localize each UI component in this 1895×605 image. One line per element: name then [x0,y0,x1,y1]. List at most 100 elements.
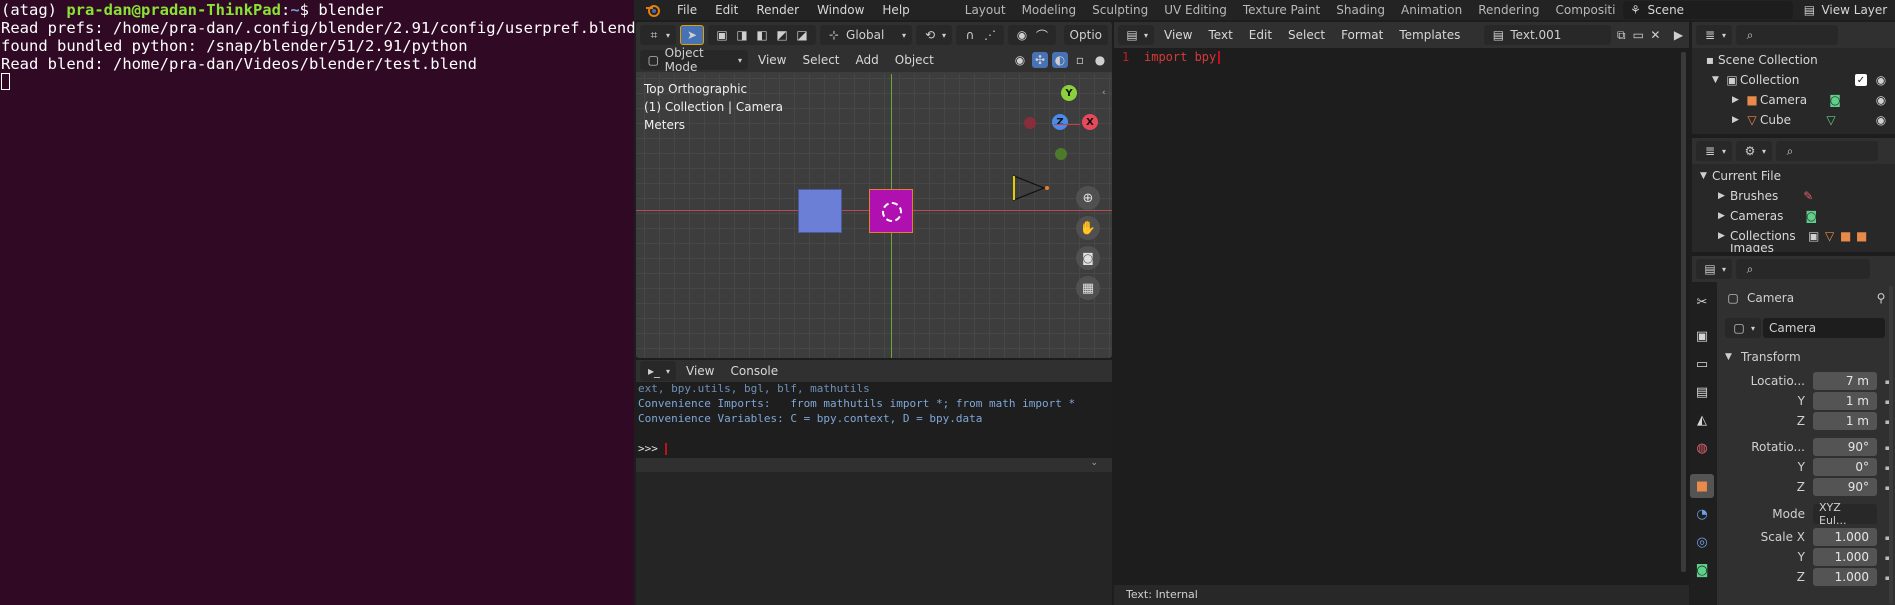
images-row[interactable]: Images [1692,244,1895,252]
camera-view-icon[interactable]: ◙ [1076,246,1100,270]
editor-type-button[interactable]: ⌗ ▾ [640,25,677,45]
blender-file-outliner[interactable]: ≣ ▾ ⚙ ▾ ⌕ ▼ Current File ▶ Brushes ✎ ▶ Cameras… [1692,138,1895,252]
console-menu-view[interactable]: View [680,364,720,378]
eye-icon[interactable]: ◉ [1873,112,1889,128]
zoom-icon[interactable]: ⊕ [1076,186,1100,210]
close-icon[interactable]: ✕ [1649,27,1662,43]
overlay-toggle-icon[interactable]: ◐ [1052,52,1068,68]
expand-right-icon[interactable]: ▶ [1732,95,1744,105]
sidebar-toggle-icon[interactable]: ‹ [1102,88,1112,98]
scale-x-field[interactable]: 1.000 [1813,528,1877,546]
view-layer-tab-icon[interactable]: ▤ [1690,380,1714,404]
workspace-tab-compositing[interactable]: Compositi [1547,0,1623,20]
outliner-search[interactable]: ⌕ [1736,25,1839,45]
viewport-menu-add[interactable]: Add [850,53,885,67]
scale-y-field[interactable]: 1.000 [1813,548,1877,566]
blender-logo-icon[interactable] [642,2,664,18]
object-tab-icon[interactable]: ■ [1690,474,1714,498]
cube-object[interactable] [798,189,842,233]
output-tab-icon[interactable]: ▭ [1690,352,1714,376]
text-menu-format[interactable]: Format [1335,28,1389,42]
collections-row[interactable]: ▶ Collections ▣ ▽ ■ ■ [1692,226,1895,246]
proportional-edit-button[interactable]: ◉ ⌒ [1008,25,1057,45]
open-folder-icon[interactable]: ▭ [1632,27,1645,43]
workspace-tab-rendering[interactable]: Rendering [1470,0,1547,20]
shading-solid-icon[interactable]: ● [1092,52,1108,68]
modifier-tab-icon[interactable]: ◔ [1690,502,1714,526]
transform-section-header[interactable]: ▼ Transform [1725,350,1895,364]
blender-file-editor-type-button[interactable]: ≣ ▾ [1696,141,1733,161]
code-line[interactable]: import bpy [1144,50,1221,64]
viewport-menu-select[interactable]: Select [796,53,845,67]
render-tab-icon[interactable]: ▣ [1690,324,1714,348]
console-editor-type-button[interactable]: ▸_ ▾ [640,361,677,381]
object-name-field[interactable]: Camera [1763,318,1886,338]
select-tool-button[interactable]: ➤ [680,25,705,45]
3d-viewport[interactable]: ⌗ ▾ ➤ ▣ ◨ ◧ ◩ ◪ ⊹ Global ▾ ⟲ ▾ ∩ ⋰ ◉ ⌒ Optio ▢ Obje… [636,22,1112,358]
text-editor-code-area[interactable]: 1 import bpy [1114,48,1679,598]
ortho-grid-icon[interactable]: ▦ [1076,276,1100,300]
rotation-z-field[interactable]: 90° [1813,478,1877,496]
display-mode-button[interactable]: ⚙ ▾ [1736,141,1773,161]
menu-help[interactable]: Help [873,3,918,17]
scale-z-field[interactable]: 1.000 [1813,568,1877,586]
checkbox-icon[interactable]: ✓ [1855,74,1867,86]
console-menu-console[interactable]: Console [725,364,785,378]
text-editor-type-button[interactable]: ▤ ▾ [1118,25,1155,45]
workspace-tab-texture-paint[interactable]: Texture Paint [1235,0,1328,20]
text-scrollbar[interactable] [1681,52,1686,572]
duplicate-text-icon[interactable]: ⧉ [1615,27,1628,43]
rotation-mode-dropdown[interactable]: XYZ Eul... [1813,501,1877,527]
console-prompt[interactable]: >>> [638,442,667,455]
expand-right-icon[interactable]: ▶ [1718,231,1730,241]
transform-orientation-dropdown[interactable]: ⊹ Global ▾ [820,25,913,45]
expand-down-icon[interactable]: ▼ [1700,171,1712,181]
location-z-field[interactable]: 1 m [1813,412,1877,430]
xray-toggle-icon[interactable]: ▫ [1072,52,1088,68]
properties-search[interactable]: ⌕ [1736,259,1871,279]
workspace-tab-animation[interactable]: Animation [1393,0,1470,20]
object-datablock-row[interactable]: ▢ ▾ Camera [1725,318,1886,338]
expand-right-icon[interactable]: ▶ [1718,211,1730,221]
pan-hand-icon[interactable]: ✋ [1076,216,1100,240]
rotation-y-field[interactable]: 0° [1813,458,1877,476]
scene-selector[interactable]: ⚘ Scene [1623,1,1794,19]
menu-render[interactable]: Render [747,3,808,17]
outliner-row-scene-collection[interactable]: ▪ Scene Collection [1692,50,1895,70]
run-script-icon[interactable]: ▶ [1672,27,1685,43]
cameras-row[interactable]: ▶ Cameras ◙ [1692,206,1895,226]
workspace-tab-shading[interactable]: Shading [1328,0,1393,20]
text-menu-text[interactable]: Text [1203,28,1239,42]
outliner[interactable]: ≣ ▾ ⌕ ▪ Scene Collection ▼ ▣ Collection ✓ ◉ ▶ ■… [1692,22,1895,134]
eye-icon[interactable]: ◉ [1873,72,1889,88]
text-menu-edit[interactable]: Edit [1243,28,1278,42]
tool-tab-icon[interactable]: ✂ [1690,290,1714,314]
options-button[interactable]: Optio [1063,25,1108,45]
outliner-row-camera[interactable]: ▶ ■ Camera ◙ ◉ [1692,90,1895,110]
terminal-window[interactable]: (atag) pra-dan@pradan-ThinkPad:~$ blende… [0,0,636,605]
workspace-tab-sculpting[interactable]: Sculpting [1084,0,1156,20]
workspace-tab-layout[interactable]: Layout [957,0,1014,20]
nav-gizmo-neg-x[interactable] [1024,117,1036,129]
workspace-tab-modeling[interactable]: Modeling [1014,0,1085,20]
properties-editor-type-button[interactable]: ▤ ▾ [1696,259,1733,279]
nav-gizmo-neg-y[interactable] [1055,148,1067,160]
expand-right-icon[interactable]: ▶ [1718,191,1730,201]
properties-scrollbar[interactable] [1889,286,1893,604]
snap-button[interactable]: ∩ ⋰ [956,25,1005,45]
visibility-eye-icon[interactable]: ◉ [1012,52,1028,68]
text-menu-view[interactable]: View [1158,28,1198,42]
outliner-row-cube[interactable]: ▶ ▽ Cube ▽ ◉ [1692,110,1895,130]
expand-down-icon[interactable]: ▼ [1712,75,1724,85]
world-tab-icon[interactable]: ◍ [1690,436,1714,460]
object-data-tab-icon[interactable]: ◙ [1690,558,1714,582]
object-type-button[interactable]: ▢ ▾ [1725,318,1762,338]
location-x-field[interactable]: 7 m [1813,372,1877,390]
text-datablock-selector[interactable]: ▤ Text.001 [1484,25,1611,45]
gizmo-toggle-icon[interactable]: ✣ [1032,52,1048,68]
pin-icon[interactable]: ⚲ [1873,290,1889,306]
menu-window[interactable]: Window [808,3,873,17]
nav-gizmo-y[interactable]: Y [1054,82,1082,110]
scene-tab-icon[interactable]: ◭ [1690,408,1714,432]
eye-icon[interactable]: ◉ [1873,92,1889,108]
